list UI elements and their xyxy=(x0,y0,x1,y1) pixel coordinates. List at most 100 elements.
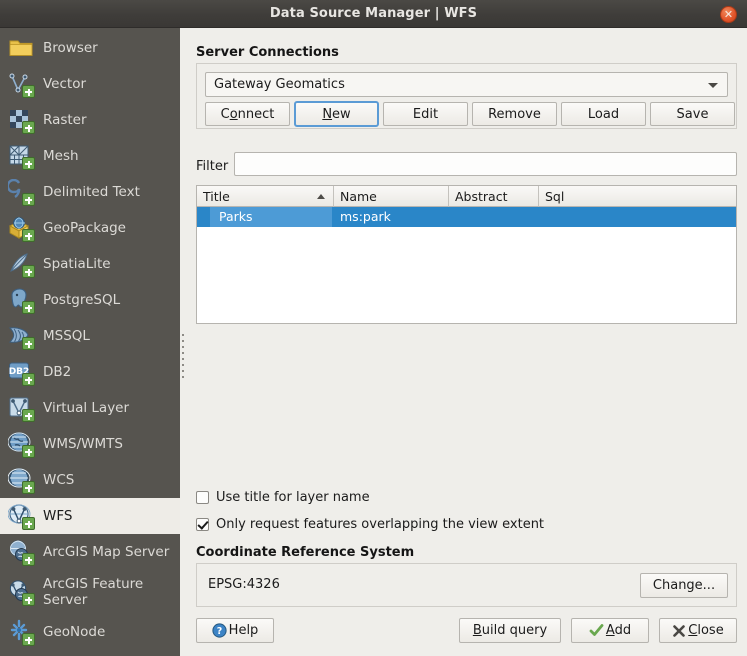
sidebar-item-label: DB2 xyxy=(43,364,71,380)
sidebar-item-postgresql[interactable]: PostgreSQL xyxy=(0,282,180,318)
chevron-down-icon xyxy=(708,83,718,88)
build-query-button[interactable]: Build query xyxy=(459,618,561,643)
save-button[interactable]: Save xyxy=(650,102,735,126)
layer-list-table[interactable]: Title Name Abstract Sql Parks ms:pa xyxy=(196,185,737,324)
sidebar-item-label: Delimited Text xyxy=(43,184,140,200)
sidebar-item-label: SpatiaLite xyxy=(43,256,111,272)
add-badge-icon xyxy=(22,157,35,170)
sidebar-item-arcgis-map-server[interactable]: ArcGIS Map Server xyxy=(0,534,180,570)
data-source-manager-dialog: Data Source Manager | WFS ✕ Browser xyxy=(0,0,747,656)
sidebar-item-delimited-text[interactable]: Delimited Text xyxy=(0,174,180,210)
source-type-sidebar[interactable]: Browser Vector xyxy=(0,28,180,656)
spatialite-icon xyxy=(8,251,34,277)
geopackage-icon xyxy=(8,215,34,241)
add-badge-icon xyxy=(22,265,35,278)
connect-button[interactable]: Connect xyxy=(205,102,290,126)
sidebar-item-geonode[interactable]: GeoNode xyxy=(0,614,180,650)
sidebar-item-vector[interactable]: Vector xyxy=(0,66,180,102)
checkbox-label: Only request features overlapping the vi… xyxy=(216,517,544,532)
sidebar-item-db2[interactable]: DB2 DB2 xyxy=(0,354,180,390)
sidebar-item-label: Browser xyxy=(43,40,98,56)
add-badge-icon xyxy=(22,633,35,646)
sidebar-item-label: PostgreSQL xyxy=(43,292,120,308)
column-header-sql[interactable]: Sql xyxy=(539,186,736,207)
sidebar-item-mesh[interactable]: Mesh xyxy=(0,138,180,174)
checkbox-label: Use title for layer name xyxy=(216,490,370,505)
cell-abstract[interactable] xyxy=(449,207,539,227)
add-badge-icon xyxy=(22,517,35,530)
add-badge-icon xyxy=(22,445,35,458)
server-connections-title: Server Connections xyxy=(196,45,339,60)
sidebar-item-browser[interactable]: Browser xyxy=(0,30,180,66)
sidebar-item-label: WMS/WMTS xyxy=(43,436,123,452)
sidebar-item-label: Vector xyxy=(43,76,86,92)
only-request-overlapping-checkbox-row[interactable]: Only request features overlapping the vi… xyxy=(196,517,544,532)
sidebar-item-label: MSSQL xyxy=(43,328,90,344)
sort-ascending-icon xyxy=(317,194,325,199)
new-button[interactable]: New xyxy=(294,101,379,127)
window-title: Data Source Manager | WFS xyxy=(0,0,747,28)
sidebar-item-label: Virtual Layer xyxy=(43,400,129,416)
title-bar: Data Source Manager | WFS ✕ xyxy=(0,0,747,28)
arcgis-feature-server-icon xyxy=(8,579,34,605)
table-row[interactable]: Parks ms:park xyxy=(197,207,736,227)
sidebar-item-wfs[interactable]: WFS xyxy=(0,498,180,534)
sidebar-item-label: WFS xyxy=(43,508,72,524)
crs-change-button[interactable]: Change... xyxy=(640,573,728,598)
sidebar-item-label: Mesh xyxy=(43,148,79,164)
sidebar-item-geopackage[interactable]: GeoPackage xyxy=(0,210,180,246)
arcgis-map-server-icon xyxy=(8,539,34,565)
add-badge-icon xyxy=(22,229,35,242)
load-button[interactable]: Load xyxy=(561,102,646,126)
sidebar-item-spatialite[interactable]: SpatiaLite xyxy=(0,246,180,282)
only-request-overlapping-checkbox[interactable] xyxy=(196,518,209,531)
remove-button[interactable]: Remove xyxy=(472,102,557,126)
cell-sql[interactable] xyxy=(539,207,736,227)
sidebar-item-label: ArcGIS Feature Server xyxy=(43,576,143,608)
green-check-icon xyxy=(589,623,604,638)
add-badge-icon xyxy=(22,409,35,422)
use-title-for-layer-name-checkbox-row[interactable]: Use title for layer name xyxy=(196,490,370,505)
help-button[interactable]: ? Help xyxy=(196,618,274,643)
sidebar-item-label: ArcGIS Map Server xyxy=(43,544,169,560)
cell-name[interactable]: ms:park xyxy=(334,207,449,227)
sidebar-item-virtual-layer[interactable]: Virtual Layer xyxy=(0,390,180,426)
filter-input[interactable] xyxy=(234,152,737,176)
crs-title: Coordinate Reference System xyxy=(196,545,414,560)
geonode-icon xyxy=(8,619,34,645)
sidebar-item-wms-wmts[interactable]: WMS/WMTS xyxy=(0,426,180,462)
use-title-for-layer-name-checkbox[interactable] xyxy=(196,491,209,504)
sidebar-item-wcs[interactable]: WCS xyxy=(0,462,180,498)
add-badge-icon xyxy=(22,301,35,314)
add-badge-icon xyxy=(22,553,35,566)
wcs-globe-icon xyxy=(8,467,34,493)
close-button[interactable]: Close xyxy=(659,618,737,643)
vector-layer-icon xyxy=(8,71,34,97)
mesh-layer-icon xyxy=(8,143,34,169)
edit-button[interactable]: Edit xyxy=(383,102,468,126)
sidebar-splitter[interactable] xyxy=(180,28,187,656)
splitter-grip-icon xyxy=(182,334,184,378)
help-question-icon: ? xyxy=(212,623,227,638)
table-header-row: Title Name Abstract Sql xyxy=(197,186,736,207)
sidebar-item-raster[interactable]: Raster xyxy=(0,102,180,138)
sidebar-item-arcgis-feature-server[interactable]: ArcGIS Feature Server xyxy=(0,570,180,614)
cell-title[interactable]: Parks xyxy=(197,207,334,227)
column-header-abstract[interactable]: Abstract xyxy=(449,186,539,207)
add-button[interactable]: Add xyxy=(571,618,649,643)
add-badge-icon xyxy=(22,373,35,386)
folder-icon xyxy=(8,35,34,61)
virtual-layer-icon xyxy=(8,395,34,421)
add-badge-icon xyxy=(22,593,35,606)
sidebar-item-mssql[interactable]: MSSQL xyxy=(0,318,180,354)
connection-combobox[interactable]: Gateway Geomatics xyxy=(205,72,728,97)
window-close-button[interactable]: ✕ xyxy=(720,6,737,23)
close-icon: ✕ xyxy=(721,7,736,22)
crs-value: EPSG:4326 xyxy=(208,577,280,592)
wfs-panel: Server Connections Gateway Geomatics Con… xyxy=(187,28,747,656)
column-header-title[interactable]: Title xyxy=(197,186,334,207)
add-badge-icon xyxy=(22,85,35,98)
filter-label: Filter xyxy=(196,159,228,174)
column-header-name[interactable]: Name xyxy=(334,186,449,207)
close-x-icon xyxy=(672,624,686,638)
